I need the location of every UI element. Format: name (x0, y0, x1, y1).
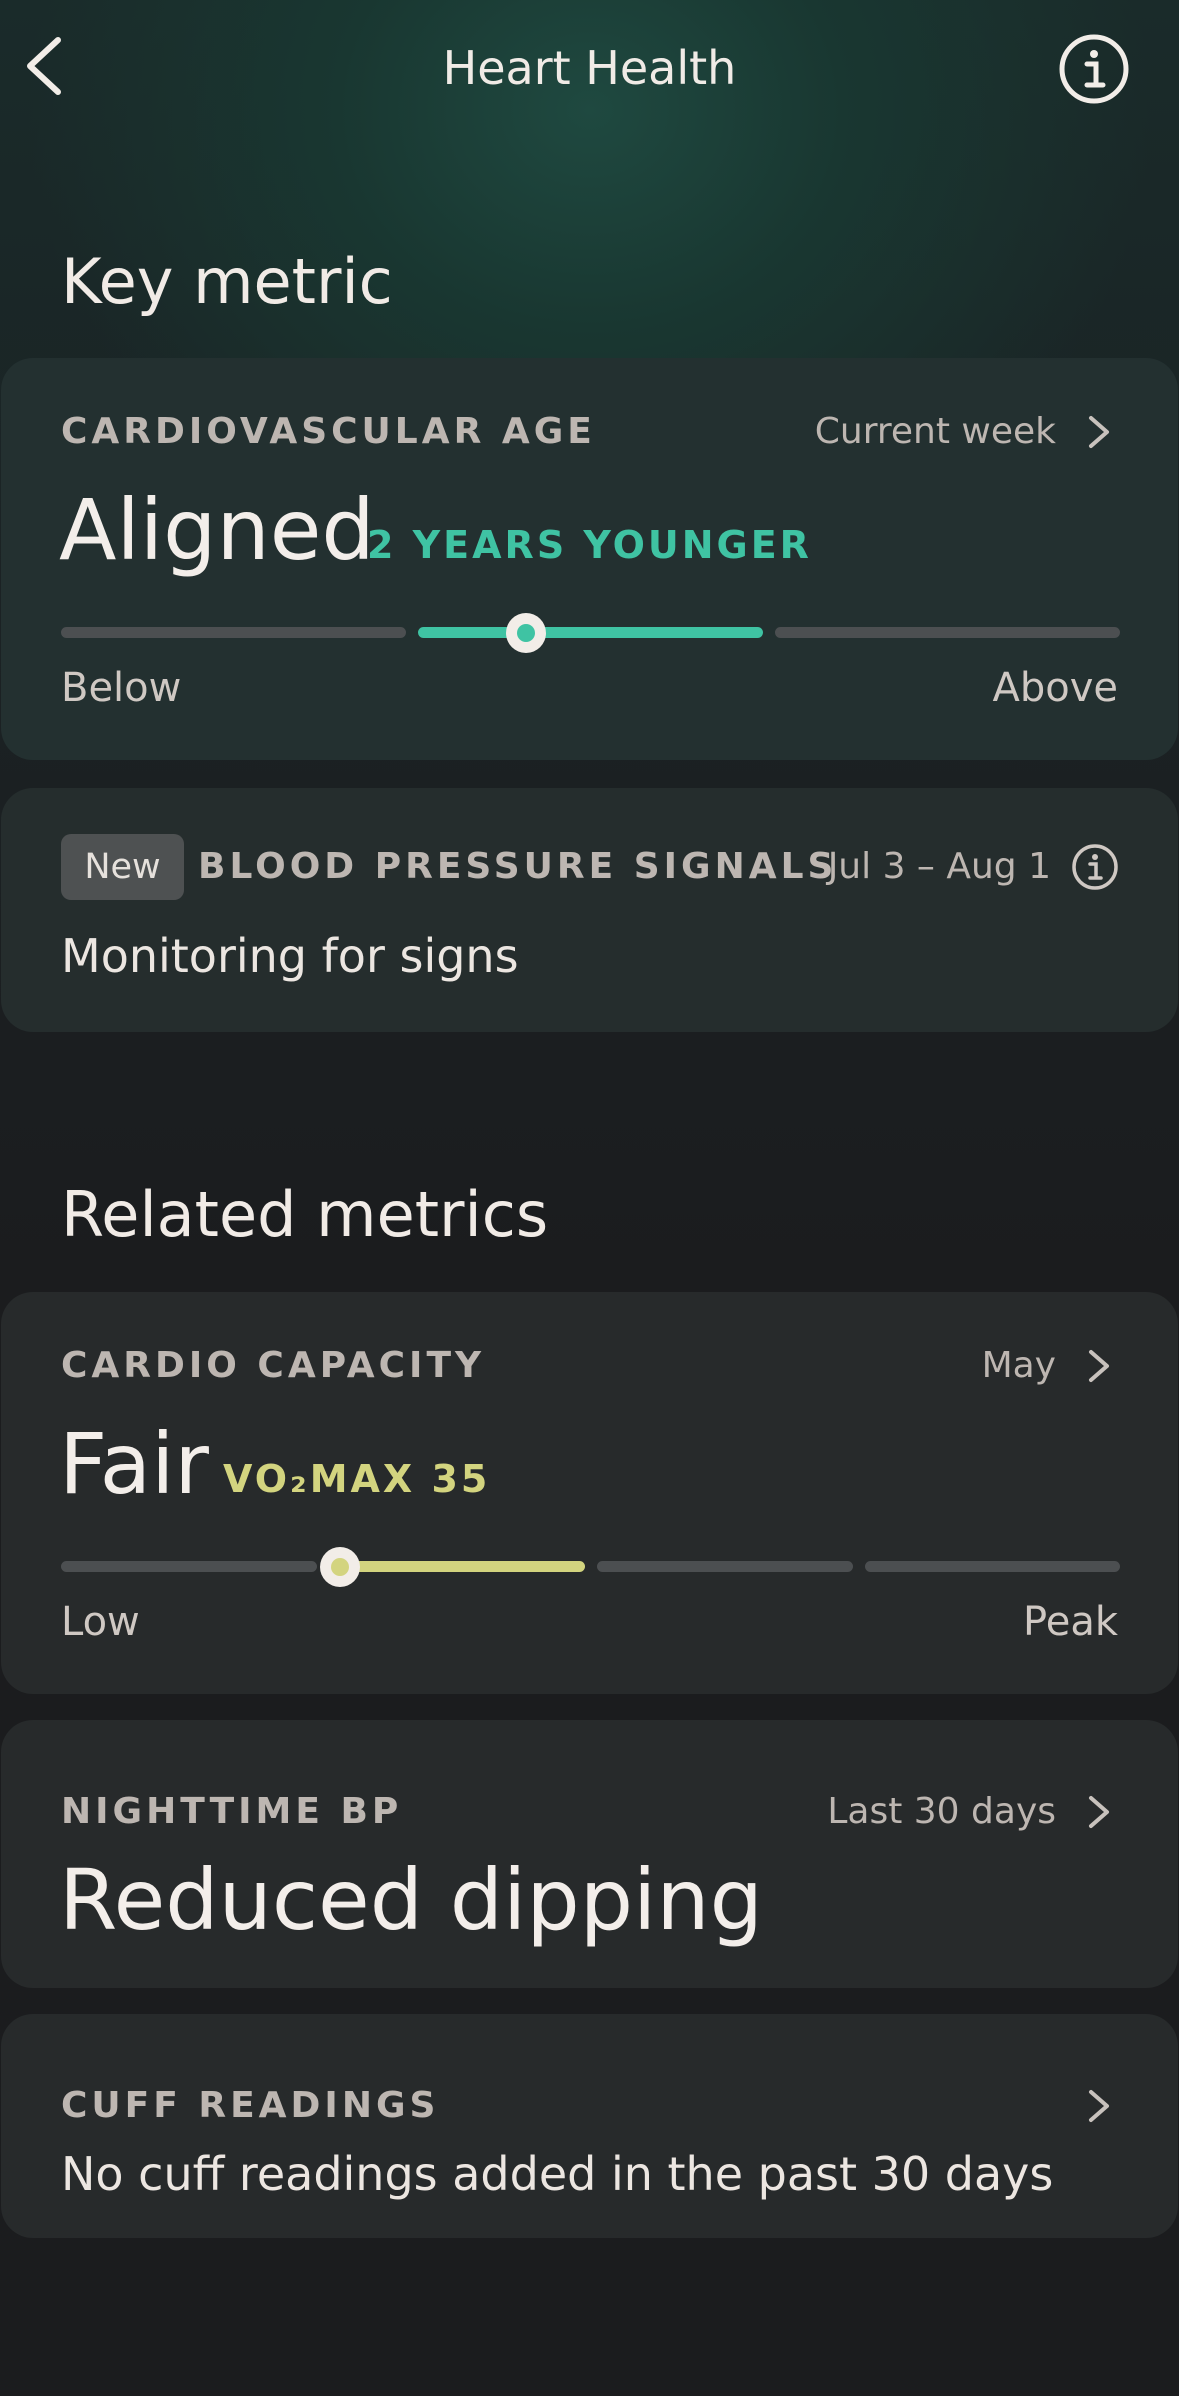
chevron-right-icon (1089, 2090, 1109, 2122)
scale-segment-aligned (418, 627, 763, 638)
cuff-readings-status: No cuff readings added in the past 30 da… (61, 2147, 1054, 2201)
blood-pressure-signals-card[interactable]: New BLOOD PRESSURE SIGNALS Jul 3 – Aug 1… (1, 788, 1178, 1032)
cardiovascular-age-card[interactable]: CARDIOVASCULAR AGE Current week Aligned … (1, 358, 1178, 760)
cardio-capacity-label: CARDIO CAPACITY (61, 1345, 486, 1386)
scale-min-label: Low (61, 1599, 140, 1645)
cardio-capacity-period: May (981, 1345, 1056, 1386)
cuff-readings-label: CUFF READINGS (61, 2085, 440, 2126)
nighttime-bp-card[interactable]: NIGHTTIME BP Last 30 days Reduced dippin… (1, 1720, 1178, 1988)
new-badge: New (61, 834, 184, 900)
info-circle-icon (1059, 34, 1129, 104)
scale-segment-peak (865, 1561, 1120, 1572)
nighttime-bp-period: Last 30 days (827, 1791, 1056, 1832)
cardio-capacity-value: Fair (59, 1415, 209, 1513)
blood-pressure-date-range: Jul 3 – Aug 1 (827, 846, 1051, 887)
cuff-readings-card[interactable]: CUFF READINGS No cuff readings added in … (1, 2014, 1178, 2238)
scale-min-label: Below (61, 665, 182, 711)
scale-max-label: Above (992, 665, 1118, 711)
scale-max-label: Peak (1023, 1599, 1118, 1645)
scale-marker (320, 1547, 360, 1587)
blood-pressure-status: Monitoring for signs (61, 929, 519, 983)
cardiovascular-age-period: Current week (814, 411, 1056, 452)
info-button[interactable] (1058, 33, 1130, 105)
cardio-capacity-card[interactable]: CARDIO CAPACITY May Fair VO₂MAX 35 Low P… (1, 1292, 1178, 1694)
chevron-right-icon (1089, 1796, 1109, 1828)
chevron-right-icon (1089, 1350, 1109, 1382)
nighttime-bp-value: Reduced dipping (59, 1851, 763, 1949)
scale-segment-low (61, 1561, 317, 1572)
scale-segment-below (61, 627, 406, 638)
scale-segment-good (597, 1561, 853, 1572)
scale-segment-above (775, 627, 1120, 638)
nighttime-bp-label: NIGHTTIME BP (61, 1791, 403, 1832)
cardiovascular-age-value: Aligned (59, 481, 375, 579)
key-metric-section-title: Key metric (61, 245, 393, 318)
cardiovascular-age-label: CARDIOVASCULAR AGE (61, 411, 596, 452)
chevron-right-icon (1089, 416, 1109, 448)
scale-marker (506, 613, 546, 653)
info-circle-icon[interactable] (1071, 843, 1119, 891)
cardiovascular-age-detail: 2 YEARS YOUNGER (367, 523, 812, 567)
page-title: Heart Health (442, 41, 737, 95)
cardio-capacity-detail: VO₂MAX 35 (223, 1457, 491, 1501)
related-metrics-section-title: Related metrics (61, 1178, 549, 1251)
blood-pressure-label: BLOOD PRESSURE SIGNALS (198, 846, 838, 887)
scale-segment-fair (329, 1561, 585, 1572)
